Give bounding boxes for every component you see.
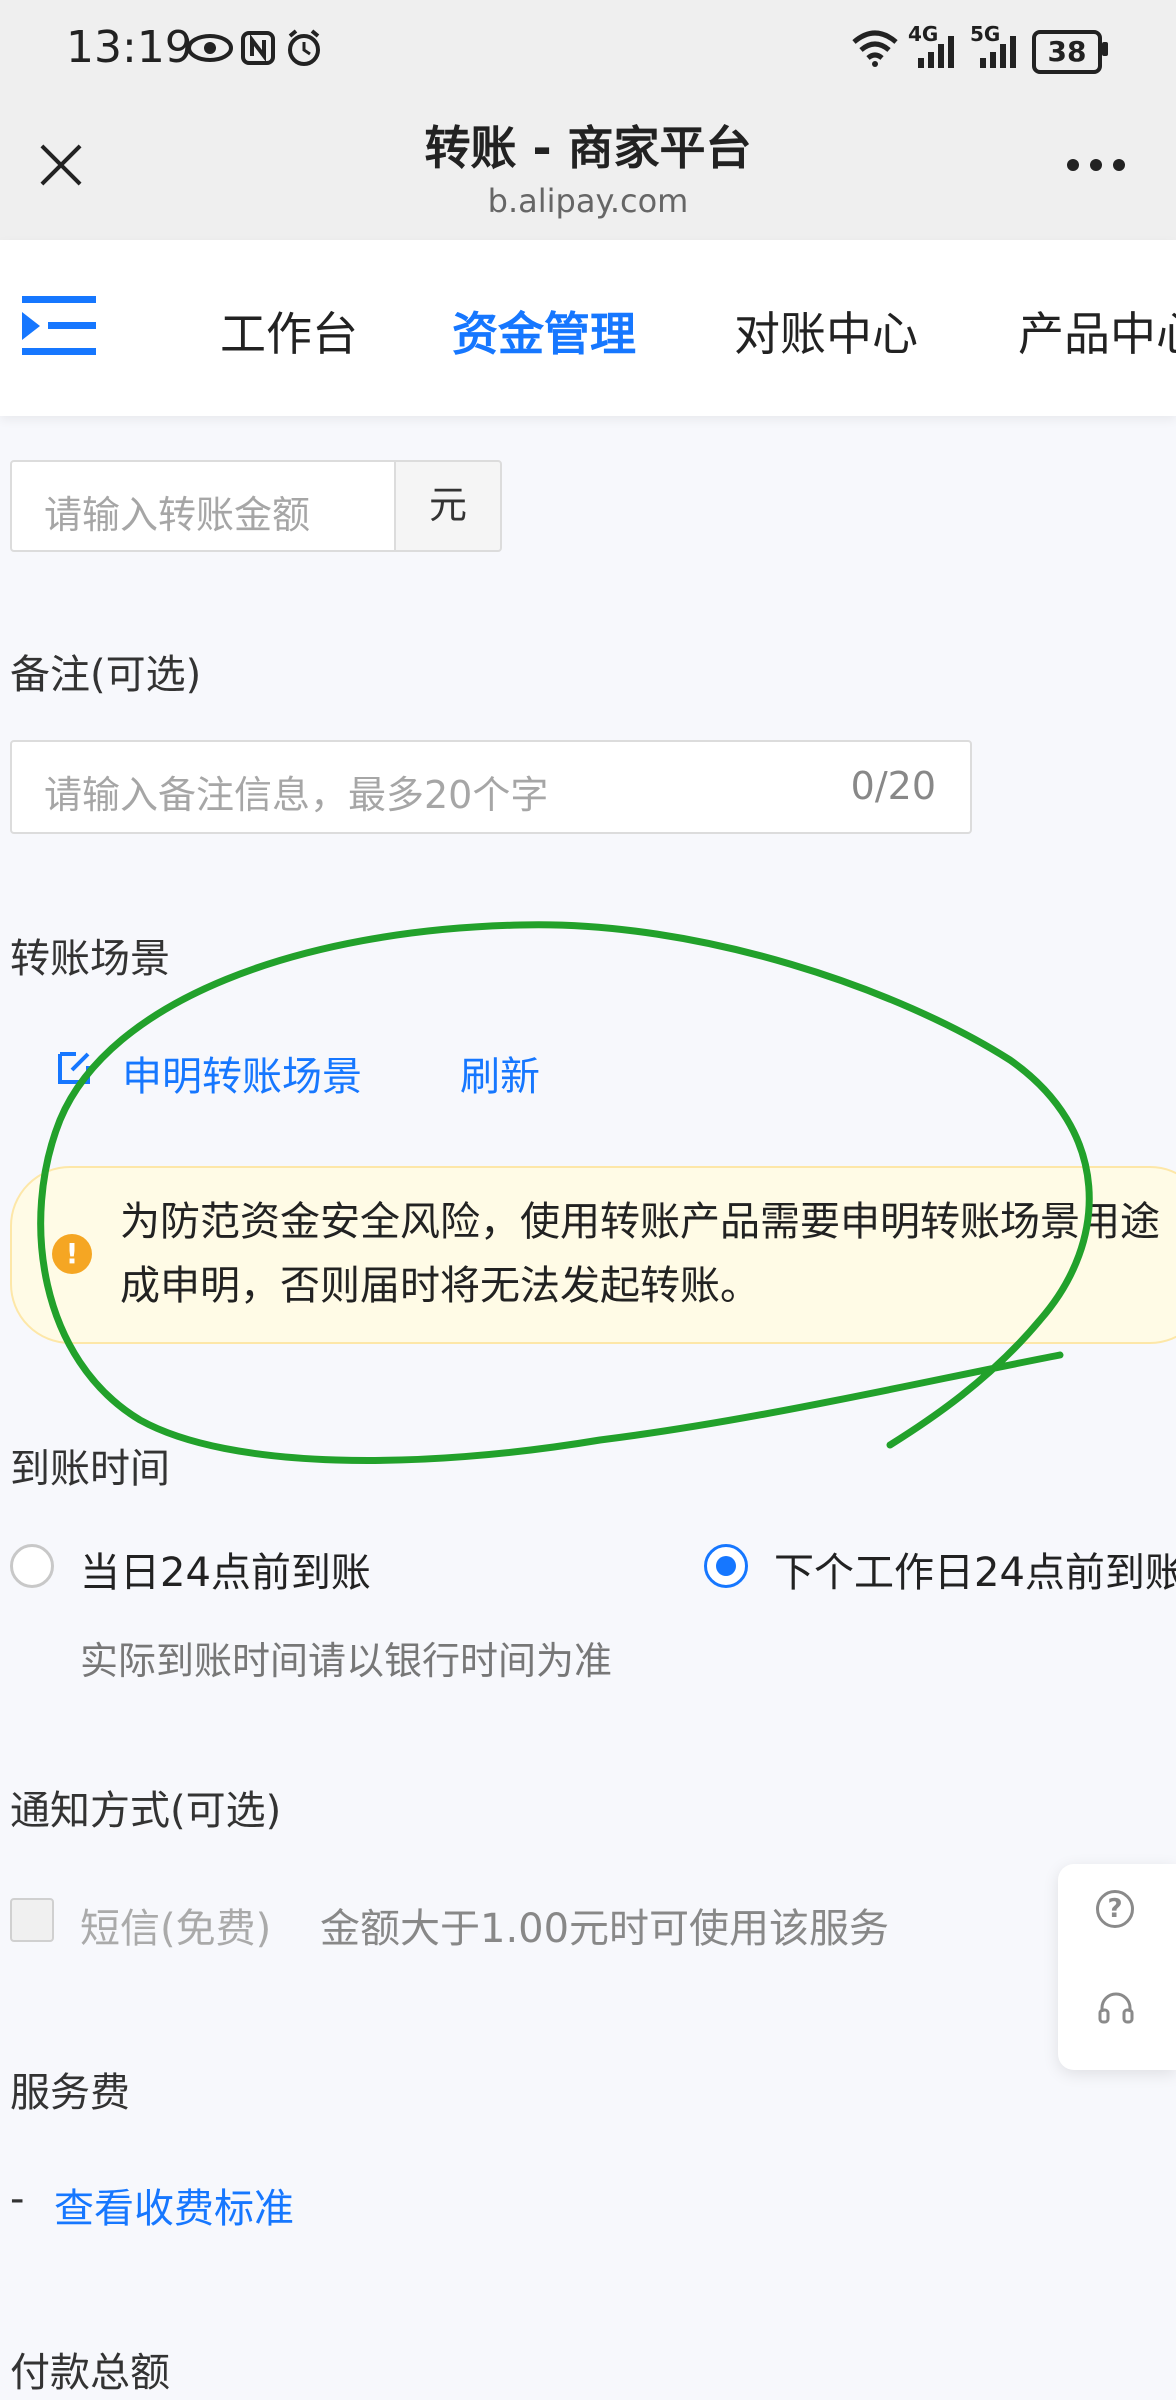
- sms-label[interactable]: 短信(免费): [80, 1896, 271, 1954]
- remark-input[interactable]: 请输入备注信息，最多20个字 0/20: [10, 740, 972, 834]
- alarm-icon: [288, 29, 320, 66]
- menu-toggle-icon[interactable]: [22, 296, 96, 356]
- notice-line-1: 为防范资金安全风险，使用转账产品需要申明转账场景用途: [120, 1199, 1160, 1245]
- notice-line-2: 成申明，否则届时将无法发起转账。: [120, 1263, 760, 1309]
- declare-scene-link[interactable]: 申明转账场景: [122, 1044, 362, 1102]
- help-icon[interactable]: ?: [1096, 1890, 1134, 1928]
- edit-declare-icon[interactable]: [56, 1048, 92, 1086]
- sms-hint: 金额大于1.00元时可使用该服务: [320, 1906, 890, 1952]
- remark-placeholder: 请输入备注信息，最多20个字: [44, 773, 549, 817]
- radio-same-day[interactable]: [10, 1544, 54, 1588]
- amount-placeholder: 请输入转账金额: [44, 493, 311, 537]
- status-bar: 13:19 4G 5G 38: [0, 0, 1176, 100]
- floating-tools: ?: [1058, 1864, 1176, 2070]
- amount-unit: 元: [394, 460, 502, 552]
- signal-5g-icon: [980, 36, 1016, 68]
- more-options-icon[interactable]: [1066, 158, 1126, 172]
- remark-label: 备注(可选): [10, 652, 202, 698]
- page-url: b.alipay.com: [487, 182, 689, 220]
- amount-input[interactable]: 请输入转账金额: [10, 460, 396, 552]
- fee-label: 服务费: [10, 2070, 130, 2116]
- page-title: 转账 - 商家平台: [424, 121, 752, 175]
- arrival-label: 到账时间: [10, 1446, 170, 1492]
- warning-icon: !: [52, 1234, 92, 1274]
- nfc-icon: [241, 31, 275, 65]
- eye-icon: [187, 34, 233, 62]
- total-label: 付款总额: [10, 2350, 170, 2396]
- arrival-hint: 实际到账时间请以银行时间为准: [80, 1639, 613, 1683]
- signal-4g-icon: [918, 36, 954, 68]
- scene-notice-text: 为防范资金安全风险，使用转账产品需要申明转账场景用途 成申明，否则届时将无法发起…: [120, 1190, 1160, 1318]
- radio-same-day-label[interactable]: 当日24点前到账: [80, 1540, 371, 1598]
- nav-item-products[interactable]: 产品中心: [1018, 298, 1176, 364]
- radio-next-workday[interactable]: [704, 1544, 748, 1588]
- sms-checkbox[interactable]: [10, 1898, 54, 1942]
- remark-counter: 0/20: [850, 764, 936, 808]
- fee-dash: -: [10, 2176, 25, 2222]
- status-time: 13:19: [66, 22, 193, 73]
- top-nav: 工作台 资金管理 对账中心 产品中心: [0, 240, 1176, 416]
- notify-label: 通知方式(可选): [10, 1788, 282, 1834]
- refresh-link[interactable]: 刷新: [460, 1044, 540, 1102]
- headset-icon[interactable]: [1096, 1988, 1136, 2028]
- battery-tip: [1102, 42, 1108, 56]
- radio-next-workday-label[interactable]: 下个工作日24点前到账: [774, 1540, 1176, 1598]
- nav-item-workbench[interactable]: 工作台: [220, 298, 358, 364]
- wifi-icon: [852, 30, 898, 67]
- scene-label: 转账场景: [10, 936, 170, 982]
- nav-item-reconciliation[interactable]: 对账中心: [734, 298, 918, 364]
- battery-indicator: 38: [1032, 30, 1102, 74]
- nav-item-fund-management[interactable]: 资金管理: [452, 298, 636, 364]
- fee-standard-link[interactable]: 查看收费标准: [54, 2176, 294, 2234]
